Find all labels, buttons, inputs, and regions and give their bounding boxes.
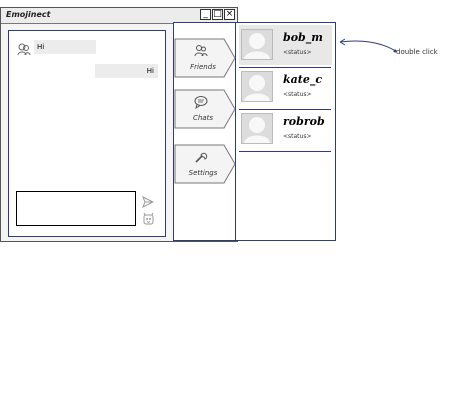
- tab-chats[interactable]: Chats: [174, 89, 236, 129]
- friend-status: <status>: [283, 49, 312, 56]
- friend-name: bob_m: [283, 31, 323, 44]
- friend-name: robrob: [283, 115, 325, 128]
- user-icon: [17, 43, 31, 56]
- friend-status: <status>: [283, 133, 312, 140]
- tab-label: Settings: [188, 169, 218, 177]
- friend-name: kate_c: [283, 73, 323, 86]
- tab-label: Friends: [190, 63, 216, 71]
- friend-status: <status>: [283, 91, 312, 98]
- friend-item-robrob[interactable]: robrob <status>: [239, 109, 332, 152]
- avatar: [241, 113, 273, 144]
- annotation-arrow: [339, 38, 397, 53]
- users-icon: [194, 45, 208, 57]
- incoming-message: Hi: [34, 40, 96, 54]
- friend-item-kate-c[interactable]: kate_c <status>: [239, 67, 332, 110]
- row-divider: [239, 151, 331, 152]
- close-button[interactable]: ×: [224, 9, 235, 20]
- tab-label: Chats: [192, 114, 213, 122]
- friend-item-bob-m[interactable]: bob_m <status>: [239, 25, 332, 68]
- window-title: Emojinect: [6, 10, 51, 19]
- minimize-button[interactable]: _: [200, 9, 211, 20]
- send-icon[interactable]: [142, 196, 154, 208]
- avatar: [241, 29, 273, 60]
- message-input[interactable]: [16, 191, 136, 226]
- contacts-panel: Friends Chats Settings bob_m <status> ka…: [173, 22, 336, 241]
- annotation-label: double click: [396, 48, 438, 56]
- chat-bubble-icon: [194, 96, 208, 109]
- wrench-icon: [195, 152, 208, 163]
- chat-panel: Hi Hi: [8, 30, 166, 237]
- emoji-icon[interactable]: [142, 212, 155, 225]
- tab-settings[interactable]: Settings: [174, 144, 236, 184]
- avatar: [241, 71, 273, 102]
- tab-friends[interactable]: Friends: [174, 38, 236, 78]
- maximize-button[interactable]: □: [212, 9, 223, 20]
- outgoing-message: Hi: [95, 64, 158, 78]
